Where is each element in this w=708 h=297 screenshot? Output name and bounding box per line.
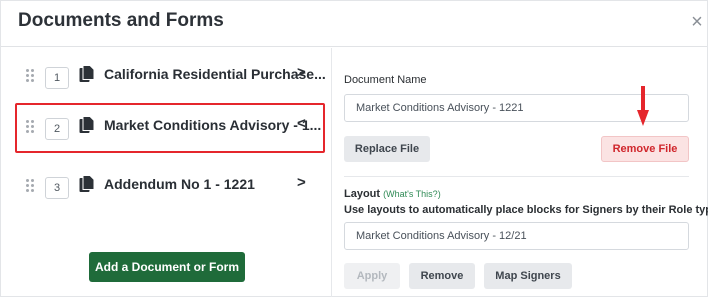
document-name: California Residential Purchase... [104,66,326,82]
document-number: 1 [45,67,69,89]
layout-select[interactable]: Market Conditions Advisory - 12/21 [344,222,689,250]
file-copy-icon [79,116,95,133]
layout-description: Use layouts to automatically place block… [344,204,708,216]
document-details-panel: Document Name Market Conditions Advisory… [333,48,708,297]
document-list-panel: 1 California Residential Purchase... > 2… [1,48,332,297]
remove-layout-button[interactable]: Remove [409,263,475,289]
document-number: 3 [45,177,69,199]
document-name-label: Document Name [344,74,427,86]
drag-handle-icon[interactable] [26,179,36,193]
red-arrow-down-icon [637,86,649,126]
chevron-right-icon[interactable]: > [297,174,306,191]
file-copy-icon [79,175,95,192]
chevron-left-icon[interactable]: < [297,115,306,132]
documents-forms-dialog: Documents and Forms × 1 California Resid… [0,0,708,297]
document-item-3[interactable]: 3 Addendum No 1 - 1221 > [15,162,325,212]
document-number: 2 [45,118,69,140]
dialog-title: Documents and Forms [18,10,224,31]
document-item-1[interactable]: 1 California Residential Purchase... > [15,52,326,102]
whats-this-link[interactable]: (What's This?) [383,189,441,199]
close-icon[interactable]: × [689,12,705,32]
document-name: Market Conditions Advisory - 1... [104,117,322,133]
document-name: Addendum No 1 - 1221 [104,176,255,192]
chevron-right-icon[interactable]: > [297,64,306,81]
layout-heading: Layout (What's This?) [344,188,441,200]
add-document-button[interactable]: Add a Document or Form [89,252,245,282]
document-item-2[interactable]: 2 Market Conditions Advisory - 1... < [15,103,325,153]
apply-button[interactable]: Apply [344,263,400,289]
file-copy-icon [79,65,95,82]
replace-file-button[interactable]: Replace File [344,136,430,162]
remove-file-button[interactable]: Remove File [601,136,689,162]
section-divider [344,176,689,177]
drag-handle-icon[interactable] [26,69,36,83]
map-signers-button[interactable]: Map Signers [484,263,572,289]
layout-label: Layout [344,188,381,200]
dialog-header: Documents and Forms × [1,1,707,47]
drag-handle-icon[interactable] [26,120,36,134]
